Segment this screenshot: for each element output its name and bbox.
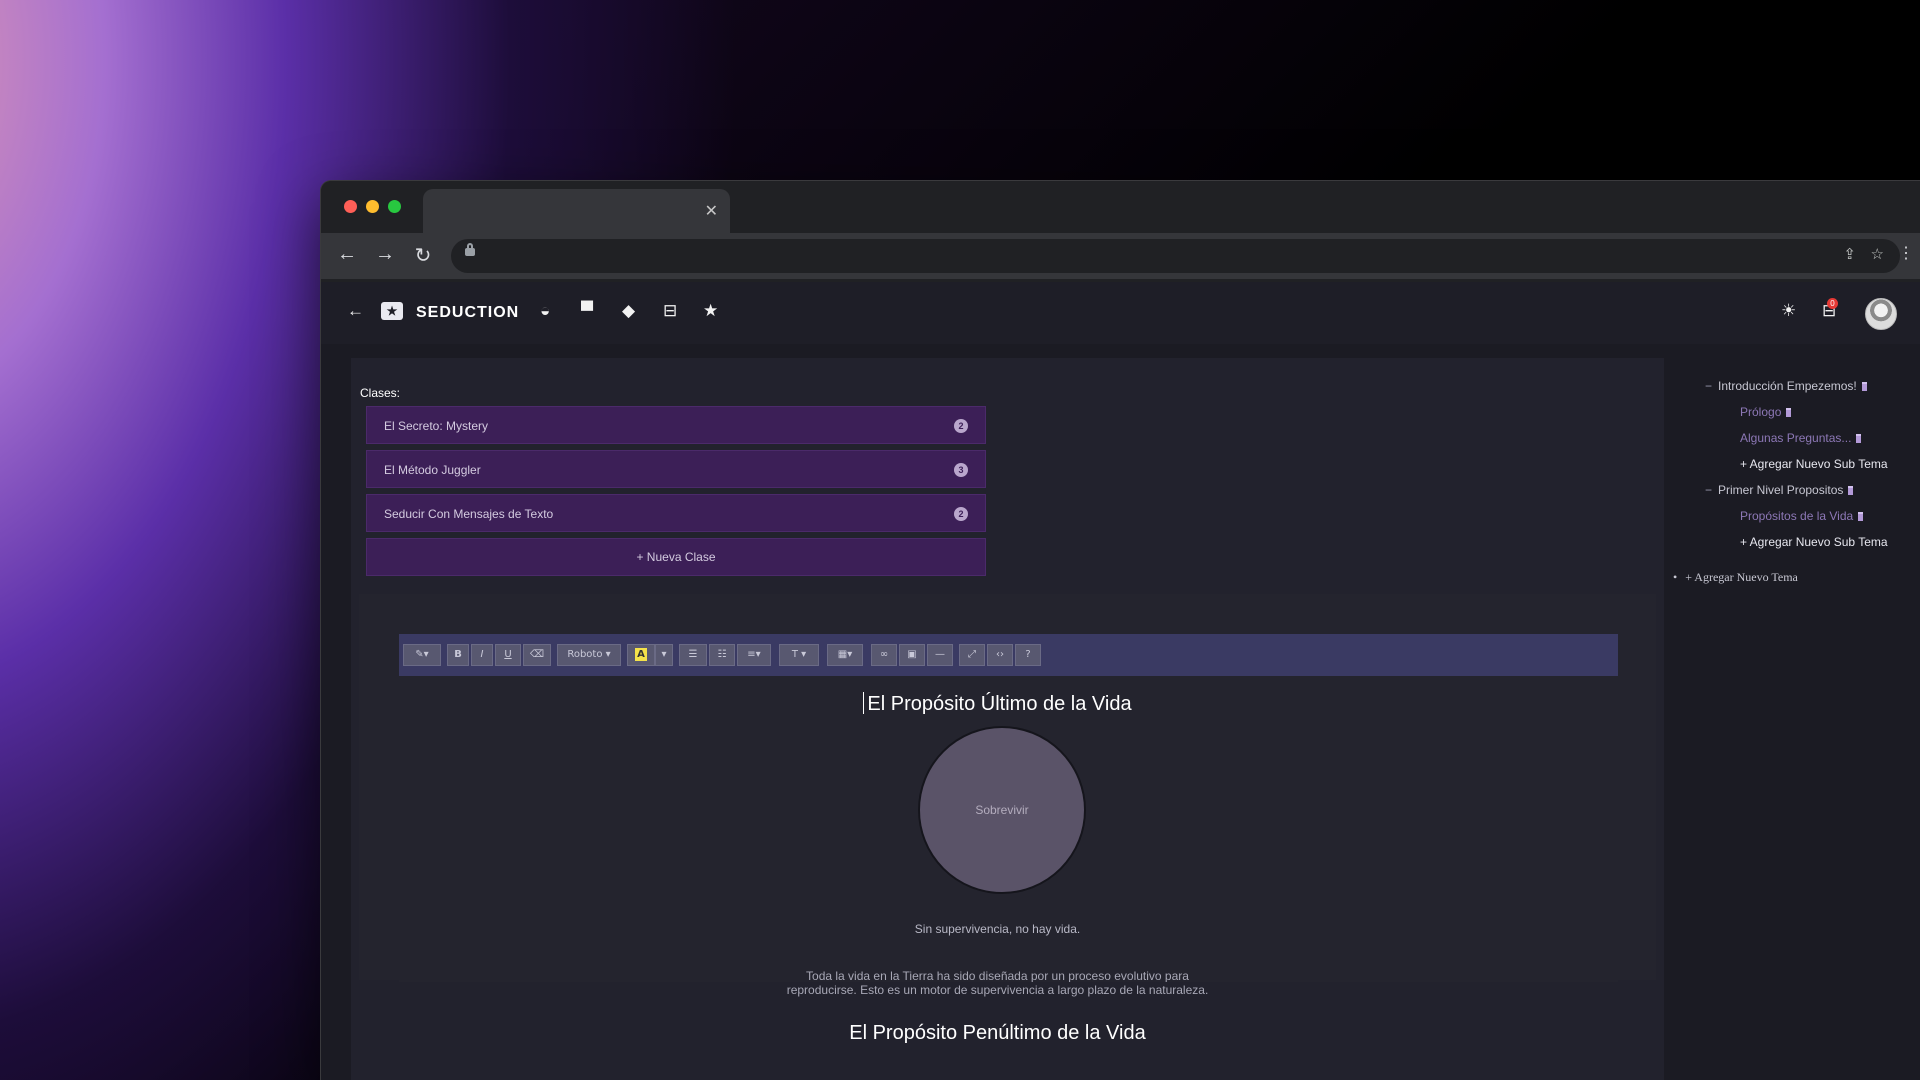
brand-logo-icon[interactable]: ★ <box>381 302 403 320</box>
link-icon[interactable]: ∞ <box>871 644 897 666</box>
class-item-count-badge: 2 <box>954 419 968 433</box>
add-subtopic-link[interactable]: + Agregar Nuevo Sub Tema <box>1740 457 1888 471</box>
share-icon[interactable]: ⇪ <box>1843 245 1856 263</box>
tree-topic[interactable]: − Introducción Empezemos! <box>1705 379 1867 393</box>
avatar[interactable] <box>1865 298 1897 330</box>
bookmark-star-icon[interactable]: ☆ <box>1871 245 1884 263</box>
tree-subtopic[interactable]: Prólogo <box>1740 405 1792 419</box>
browser-menu-icon[interactable]: ⋮ <box>1894 243 1918 263</box>
trash-icon[interactable] <box>1858 512 1864 521</box>
tree-subtopic-label: Prólogo <box>1740 405 1782 419</box>
browser-window: ✕ ← → ↻ ⇪ ☆ ⋮ ← ★ SEDUCTION ◒ ▀ ◆ ⊟ ★ ☀ … <box>321 181 1920 1080</box>
paragraph-line: reproducirse. Esto es un motor de superv… <box>786 983 1209 997</box>
collapse-icon[interactable]: − <box>1705 483 1712 497</box>
new-class-button[interactable]: + Nueva Clase <box>366 538 986 576</box>
star-icon[interactable]: ★ <box>703 301 718 321</box>
graduation-cap-icon[interactable]: ◆ <box>622 301 635 321</box>
editor-document[interactable]: El Propósito Último de la Vida Sobrevivi… <box>399 676 1618 982</box>
app-header: ← ★ SEDUCTION ◒ ▀ ◆ ⊟ ★ ☀ ⊟ 0 <box>321 282 1920 344</box>
add-subtopic-link[interactable]: + Agregar Nuevo Sub Tema <box>1740 535 1888 549</box>
horizontal-rule-icon[interactable]: — <box>927 644 953 666</box>
class-item-label: Seducir Con Mensajes de Texto <box>384 507 554 521</box>
document-subtitle: El Propósito Penúltimo de la Vida <box>849 1022 1146 1044</box>
tree-topic[interactable]: − Primer Nivel Propositos <box>1705 483 1854 497</box>
cart-count-badge: 0 <box>1827 298 1838 309</box>
trash-icon[interactable] <box>1856 434 1862 443</box>
text-color-label: A <box>635 648 647 661</box>
help-button[interactable]: ? <box>1015 644 1041 666</box>
survive-circle: Sobrevivir <box>918 726 1086 894</box>
document-title: El Propósito Último de la Vida <box>867 693 1132 715</box>
browser-tab[interactable]: ✕ <box>423 189 730 233</box>
font-size-select[interactable]: T ▾ <box>779 644 819 666</box>
yin-yang-icon[interactable]: ◒ <box>540 301 550 321</box>
document-title-line: El Propósito Último de la Vida <box>399 692 1596 716</box>
italic-button[interactable]: I <box>471 644 493 666</box>
tree-subtopic-label: Propósitos de la Vida <box>1740 509 1854 523</box>
paragraph-line: Toda la vida en la Tierra ha sido diseña… <box>806 969 1189 982</box>
tree-topic-label: Primer Nivel Propositos <box>1718 483 1844 497</box>
editor-toolbar: ✎▾ B I U ⌫ Roboto ▾ A ▾ ☰ ☷ ≡▾ T ▾ ▦▾ ∞ … <box>399 634 1618 676</box>
bullet-list-icon[interactable]: ☰ <box>679 644 707 666</box>
class-item[interactable]: Seducir Con Mensajes de Texto 2 <box>366 494 986 532</box>
bold-button[interactable]: B <box>447 644 469 666</box>
browser-toolbar: ← → ↻ ⇪ ☆ ⋮ <box>321 233 1920 279</box>
class-item[interactable]: El Secreto: Mystery 2 <box>366 406 986 444</box>
tree-subtopic[interactable]: Algunas Preguntas... <box>1740 431 1862 445</box>
editor-document-lower: reproducirse. Esto es un motor de superv… <box>399 982 1596 1080</box>
eraser-icon[interactable]: ⌫ <box>523 644 551 666</box>
fullscreen-icon[interactable]: ⤢ <box>959 644 985 666</box>
collapse-icon[interactable]: − <box>1705 379 1712 393</box>
window-controls <box>344 200 401 213</box>
close-window-button[interactable] <box>344 200 357 213</box>
theme-sun-icon[interactable]: ☀ <box>1781 301 1796 321</box>
trash-icon[interactable] <box>1861 382 1867 391</box>
back-arrow-icon[interactable]: ← <box>347 301 364 321</box>
bullet-dot-icon: • <box>1673 570 1678 584</box>
color-dropdown-icon[interactable]: ▾ <box>655 644 673 666</box>
font-family-select[interactable]: Roboto ▾ <box>557 644 621 666</box>
address-bar[interactable]: ⇪ ☆ <box>451 239 1900 273</box>
web-app: ← ★ SEDUCTION ◒ ▀ ◆ ⊟ ★ ☀ ⊟ 0 Clases: El… <box>321 282 1920 1080</box>
image-icon[interactable]: ▣ <box>899 644 925 666</box>
tree-topic-label: Introducción Empezemos! <box>1718 379 1857 393</box>
class-item-count-badge: 3 <box>954 463 968 477</box>
text-caret <box>863 692 865 714</box>
cart-icon[interactable]: ⊟ <box>663 301 677 321</box>
minimize-window-button[interactable] <box>366 200 379 213</box>
table-dropdown-icon[interactable]: ▦▾ <box>827 644 863 666</box>
tree-subtopic[interactable]: Propósitos de la Vida <box>1740 509 1864 523</box>
text-color-button[interactable]: A <box>627 644 655 666</box>
trash-icon[interactable] <box>1848 486 1854 495</box>
maximize-window-button[interactable] <box>388 200 401 213</box>
class-item-label: El Método Juggler <box>384 463 481 477</box>
add-topic-link[interactable]: • + Agregar Nuevo Tema <box>1673 570 1798 585</box>
back-icon[interactable]: ← <box>335 243 359 266</box>
browser-titlebar: ✕ <box>321 181 1920 233</box>
trash-icon[interactable] <box>1786 408 1792 417</box>
tab-close-icon[interactable]: ✕ <box>705 201 718 221</box>
book-icon[interactable]: ▀ <box>581 301 593 321</box>
reload-icon[interactable]: ↻ <box>411 243 435 268</box>
circle-caption: Sin supervivencia, no hay vida. <box>914 922 1081 936</box>
align-dropdown-icon[interactable]: ≡▾ <box>737 644 771 666</box>
class-item-label: El Secreto: Mystery <box>384 419 489 433</box>
ordered-list-icon[interactable]: ☷ <box>709 644 735 666</box>
brand-name[interactable]: SEDUCTION <box>416 304 519 322</box>
add-topic-label: + Agregar Nuevo Tema <box>1685 570 1798 584</box>
forward-icon[interactable]: → <box>373 243 397 266</box>
underline-button[interactable]: U <box>495 644 521 666</box>
style-dropdown-icon[interactable]: ✎▾ <box>403 644 441 666</box>
lock-icon <box>465 243 475 256</box>
classes-heading: Clases: <box>360 386 401 400</box>
tree-subtopic-label: Algunas Preguntas... <box>1740 431 1852 445</box>
class-item[interactable]: El Método Juggler 3 <box>366 450 986 488</box>
code-view-icon[interactable]: ‹› <box>987 644 1013 666</box>
class-item-count-badge: 2 <box>954 507 968 521</box>
